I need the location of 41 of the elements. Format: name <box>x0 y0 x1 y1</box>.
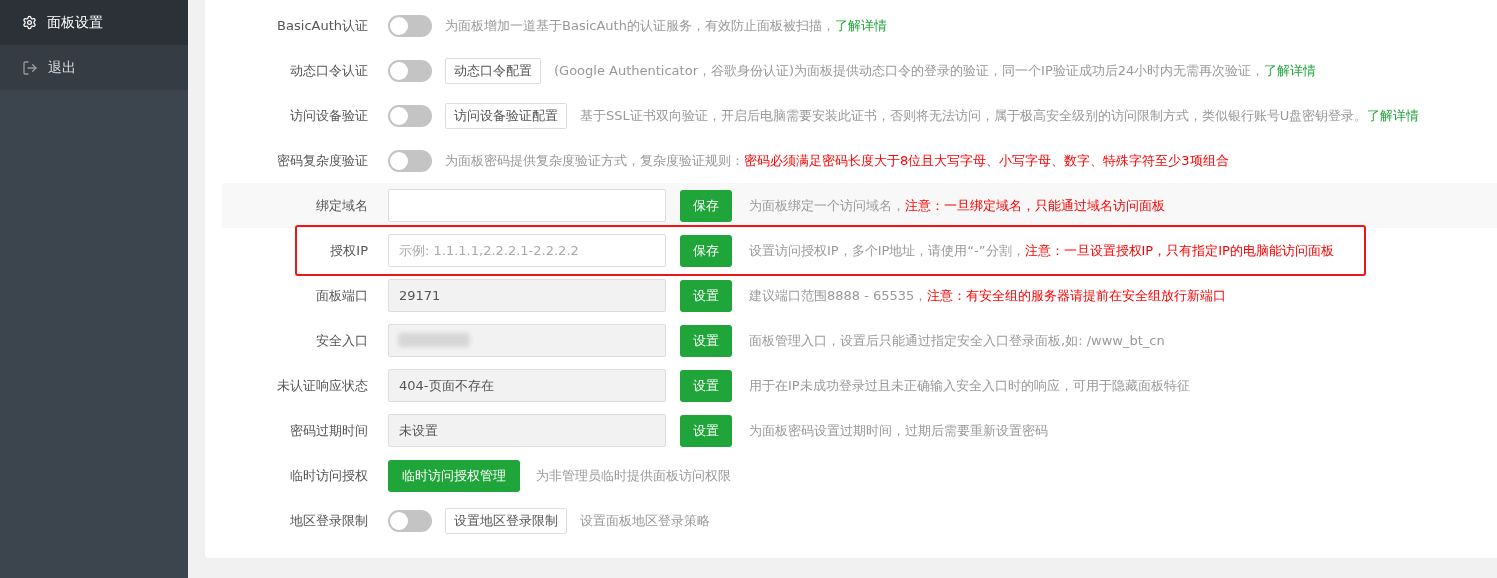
toggle-switch[interactable] <box>388 509 432 532</box>
setting-label: 未认证响应状态 <box>277 376 368 395</box>
learn-more-link[interactable]: 了解详情 <box>1367 107 1420 123</box>
text-field[interactable]: 示例: 1.1.1.1,2.2.2.1-2.2.2.2 <box>388 234 666 267</box>
action-button[interactable]: 保存 <box>680 234 732 267</box>
config-button[interactable]: 访问设备验证配置 <box>445 102 567 129</box>
setting-label: 密码过期时间 <box>290 421 368 440</box>
setting-description: 面板管理入口，设置后只能通过指定安全入口登录面板,如: /www_bt_cn <box>749 331 1165 350</box>
action-button[interactable]: 临时访问授权管理 <box>388 459 520 492</box>
config-button[interactable]: 动态口令配置 <box>445 57 541 84</box>
settings-icon <box>22 15 37 30</box>
sidebar-item[interactable]: 退出 <box>0 45 188 90</box>
setting-description: 建议端口范围8888 - 65535，注意：有安全组的服务器请提前在安全组放行新端口 <box>749 286 1227 305</box>
toggle-switch[interactable] <box>388 59 432 82</box>
setting-label: 访问设备验证 <box>290 106 368 125</box>
setting-label: 地区登录限制 <box>290 511 368 530</box>
config-button[interactable]: 设置地区登录限制 <box>445 507 567 534</box>
sidebar-item[interactable]: 面板设置 <box>0 0 188 45</box>
logout-icon <box>22 59 38 76</box>
setting-description: 设置面板地区登录策略 <box>580 511 710 530</box>
toggle-switch[interactable] <box>388 104 432 127</box>
setting-label: BasicAuth认证 <box>277 16 368 35</box>
setting-label: 面板端口 <box>316 286 368 305</box>
action-button[interactable]: 保存 <box>680 189 732 222</box>
setting-label: 安全入口 <box>316 331 368 350</box>
text-field[interactable] <box>388 189 666 222</box>
setting-description: 为面板密码设置过期时间，过期后需要重新设置密码 <box>749 421 1048 440</box>
setting-description: 为非管理员临时提供面板访问权限 <box>536 466 731 485</box>
setting-description: 用于在IP未成功登录过且未正确输入安全入口时的响应，可用于隐藏面板特征 <box>749 376 1190 395</box>
setting-description: 基于SSL证书双向验证，开启后电脑需要安装此证书，否则将无法访问，属于极高安全级别的访问限制方式，类似银行账号U盘密钥登录。了解详情 <box>580 106 1420 125</box>
learn-more-link[interactable]: 了解详情 <box>1264 62 1317 78</box>
setting-label: 动态口令认证 <box>290 61 368 80</box>
setting-description: 设置访问授权IP，多个IP地址，请使用“-”分割，注意：一旦设置授权IP，只有指定IP的电脑能访问面板 <box>749 241 1334 260</box>
setting-label: 临时访问授权 <box>290 466 368 485</box>
setting-label: 授权IP <box>330 241 368 260</box>
setting-description: 为面板密码提供复杂度验证方式，复杂度验证规则：密码必须满足密码长度大于8位且大写字母、小写字母、数字、特殊字符至少3项组合 <box>445 151 1229 170</box>
setting-label: 密码复杂度验证 <box>277 151 368 170</box>
toggle-switch[interactable] <box>388 14 432 37</box>
toggle-switch[interactable] <box>388 149 432 172</box>
learn-more-link[interactable]: 了解详情 <box>834 17 887 33</box>
setting-label: 绑定域名 <box>316 196 368 215</box>
